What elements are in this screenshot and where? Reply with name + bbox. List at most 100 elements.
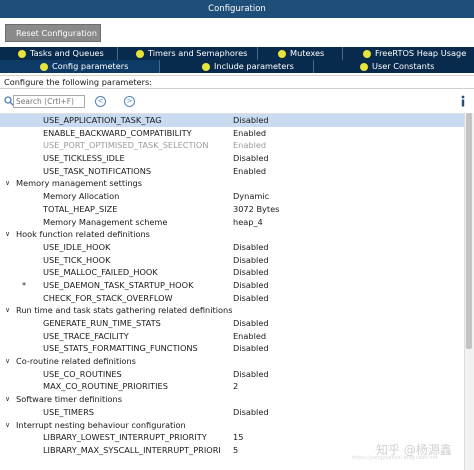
tree-parameter-row[interactable]: * USE_DAEMON_TASK_STARTUP_HOOK Disabled: [0, 279, 474, 292]
parameter-name: USE_DAEMON_TASK_STARTUP_HOOK: [43, 279, 194, 290]
parameter-value[interactable]: Disabled: [233, 152, 269, 165]
tree-parameter-row[interactable]: USE_MALLOC_FAILED_HOOK Disabled: [0, 266, 474, 279]
parameter-name: LIBRARY_LOWEST_INTERRUPT_PRIORITY: [43, 432, 207, 443]
window-title: Configuration: [208, 4, 266, 14]
parameter-value[interactable]: Disabled: [233, 266, 269, 279]
group-label: Hook function related definitions: [16, 229, 150, 240]
search-input[interactable]: [13, 95, 85, 108]
tab-timers-and-semaphores[interactable]: Timers and Semaphores: [118, 47, 258, 60]
parameter-value[interactable]: 15: [233, 431, 243, 444]
group-label: Memory management settings: [16, 178, 142, 189]
search-bar: < >: [0, 93, 474, 113]
parameter-value[interactable]: Disabled: [233, 114, 269, 127]
tab-label: Timers and Semaphores: [148, 48, 248, 58]
tree-parameter-row[interactable]: USE_TICK_HOOK Disabled: [0, 254, 474, 267]
parameter-value[interactable]: Disabled: [233, 368, 269, 381]
parameter-name: USE_APPLICATION_TASK_TAG: [43, 115, 162, 125]
scrollbar-thumb[interactable]: [466, 113, 472, 349]
tab-tasks-and-queues[interactable]: Tasks and Queues: [0, 47, 118, 60]
tree-parameter-row[interactable]: USE_TASK_NOTIFICATIONS Enabled: [0, 165, 474, 178]
parameter-value[interactable]: Disabled: [233, 279, 269, 292]
tab-bar-secondary: Config parameters Include parameters Use…: [0, 60, 474, 73]
configure-hint: Configure the following parameters:: [0, 75, 474, 89]
parameter-value[interactable]: 5: [233, 444, 238, 457]
parameter-name: GENERATE_RUN_TIME_STATS: [43, 318, 161, 328]
tab-mutexes[interactable]: Mutexes: [258, 47, 343, 60]
tree-parameter-row[interactable]: USE_IDLE_HOOK Disabled: [0, 241, 474, 254]
tab-freertos-heap-usage[interactable]: FreeRTOS Heap Usage: [343, 47, 474, 60]
tree-group-row[interactable]: ∨ Run time and task stats gathering relat…: [0, 304, 474, 317]
parameter-name: MAX_CO_ROUTINE_PRIORITIES: [43, 381, 168, 392]
tree-parameter-row[interactable]: Memory Management scheme heap_4: [0, 216, 474, 229]
parameter-value[interactable]: Enabled: [233, 165, 266, 178]
tree-parameter-row[interactable]: USE_PORT_OPTIMISED_TASK_SELECTION Enabled: [0, 139, 474, 152]
tab-user-constants[interactable]: User Constants: [314, 60, 474, 73]
tree-group-row[interactable]: ∨ Software timer definitions: [0, 393, 474, 406]
tree-parameter-row[interactable]: USE_TRACE_FACILITY Enabled: [0, 330, 474, 343]
chevron-down-icon[interactable]: ∨: [5, 419, 10, 432]
tree-parameter-row[interactable]: USE_APPLICATION_TASK_TAG Disabled: [0, 114, 474, 127]
status-dot-icon: [18, 49, 26, 58]
parameter-value[interactable]: Enabled: [233, 330, 266, 343]
parameter-value[interactable]: Disabled: [233, 241, 269, 254]
parameter-name: USE_TASK_NOTIFICATIONS: [43, 165, 152, 176]
parameter-value[interactable]: Dynamic: [233, 190, 269, 203]
parameter-value[interactable]: heap_4: [233, 216, 263, 229]
status-dot-icon: [278, 49, 286, 58]
parameter-value[interactable]: Enabled: [233, 139, 266, 152]
chevron-down-icon[interactable]: ∨: [5, 304, 10, 317]
parameter-name: LIBRARY_MAX_SYSCALL_INTERRUPT_PRIORI: [43, 444, 221, 455]
tab-label: User Constants: [372, 61, 435, 71]
group-label: Co-routine related definitions: [16, 356, 136, 367]
tree-group-row[interactable]: ∨ Interrupt nesting behaviour configurati…: [0, 419, 474, 432]
tree-group-row[interactable]: ∨ Co-routine related definitions: [0, 355, 474, 368]
reset-configuration-button[interactable]: Reset Configuration: [5, 24, 101, 42]
tree-group-row[interactable]: ∨ Memory management settings: [0, 177, 474, 190]
parameter-value[interactable]: Disabled: [233, 317, 269, 330]
tree-parameter-row[interactable]: TOTAL_HEAP_SIZE 3072 Bytes: [0, 203, 474, 216]
tree-parameter-row[interactable]: GENERATE_RUN_TIME_STATS Disabled: [0, 317, 474, 330]
tree-parameter-row[interactable]: CHECK_FOR_STACK_OVERFLOW Disabled: [0, 292, 474, 305]
chevron-down-icon[interactable]: ∨: [5, 228, 10, 241]
tab-label: Tasks and Queues: [30, 48, 104, 58]
search-previous-button[interactable]: <: [95, 96, 106, 107]
parameter-value[interactable]: Disabled: [233, 342, 269, 355]
tree-group-row[interactable]: ∨ Hook function related definitions: [0, 228, 474, 241]
parameter-value[interactable]: Disabled: [233, 406, 269, 419]
status-dot-icon: [360, 62, 368, 71]
parameter-name: USE_CO_ROUTINES: [43, 368, 122, 379]
chevron-down-icon[interactable]: ∨: [5, 355, 10, 368]
tab-config-parameters[interactable]: Config parameters: [0, 60, 160, 73]
tree-parameter-row[interactable]: USE_TICKLESS_IDLE Disabled: [0, 152, 474, 165]
watermark: 知乎 @杨源鑫 https://yangyuanxin.blog.csdn.ne…: [352, 438, 464, 464]
parameter-tree: USE_APPLICATION_TASK_TAG Disabled ENABLE_B…: [0, 113, 474, 470]
parameter-name: USE_MALLOC_FAILED_HOOK: [43, 267, 158, 278]
group-label: Interrupt nesting behaviour configuratio…: [16, 419, 186, 430]
tree-parameter-row[interactable]: Memory Allocation Dynamic: [0, 190, 474, 203]
parameter-name: Memory Management scheme: [43, 216, 168, 227]
tab-include-parameters[interactable]: Include parameters: [160, 60, 314, 73]
parameter-value[interactable]: Disabled: [233, 292, 269, 305]
tab-label: Include parameters: [214, 61, 294, 71]
parameter-name: USE_TICKLESS_IDLE: [43, 153, 125, 164]
parameter-value[interactable]: 3072 Bytes: [233, 203, 279, 216]
window-title-bar: Configuration: [0, 0, 474, 18]
tree-parameter-row[interactable]: MAX_CO_ROUTINE_PRIORITIES 2: [0, 380, 474, 393]
status-dot-icon: [363, 49, 371, 58]
tree-parameter-row[interactable]: USE_TIMERS Disabled: [0, 406, 474, 419]
search-next-button[interactable]: >: [124, 96, 135, 107]
info-icon[interactable]: [458, 95, 468, 107]
tree-parameter-row[interactable]: USE_STATS_FORMATTING_FUNCTIONS Disabled: [0, 342, 474, 355]
parameter-value[interactable]: Disabled: [233, 254, 269, 267]
parameter-name: USE_IDLE_HOOK: [43, 241, 111, 252]
status-dot-icon: [40, 62, 48, 71]
parameter-name: CHECK_FOR_STACK_OVERFLOW: [43, 292, 173, 303]
parameter-name: USE_STATS_FORMATTING_FUNCTIONS: [43, 343, 198, 354]
parameter-value[interactable]: Enabled: [233, 127, 266, 140]
parameter-value[interactable]: 2: [233, 380, 238, 393]
chevron-down-icon[interactable]: ∨: [5, 177, 10, 190]
tree-parameter-row[interactable]: USE_CO_ROUTINES Disabled: [0, 368, 474, 381]
parameter-name: Memory Allocation: [43, 191, 120, 202]
tree-parameter-row[interactable]: ENABLE_BACKWARD_COMPATIBILITY Enabled: [0, 127, 474, 140]
chevron-down-icon[interactable]: ∨: [5, 393, 10, 406]
